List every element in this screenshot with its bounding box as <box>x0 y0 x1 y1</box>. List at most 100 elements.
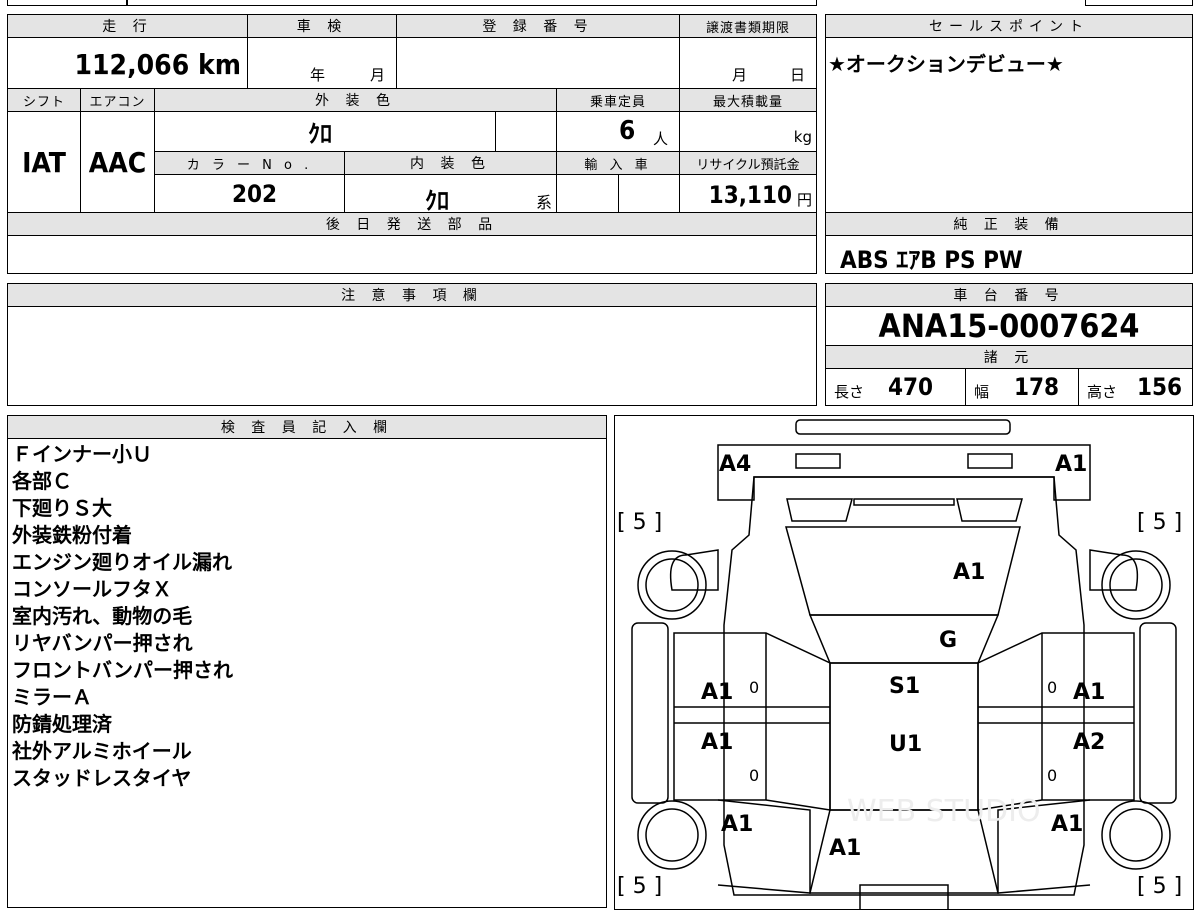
chassis-number-header: 車 台 番 号 <box>825 283 1193 307</box>
exterior-color-extra <box>495 111 557 152</box>
label-rear: A1 <box>829 836 862 861</box>
list-item: スタッドレスタイヤ <box>12 766 192 790</box>
mileage-header: 走 行 <box>7 14 248 38</box>
front-bumper <box>717 444 1091 501</box>
zero-mark-right-rear: 0 <box>1047 766 1058 785</box>
label-front-left: A4 <box>719 452 752 477</box>
tire-label-front-right: [ 5 ] <box>1137 510 1183 535</box>
zero-mark-left-rear: 0 <box>749 766 760 785</box>
genuine-equipment-header: 純 正 装 備 <box>825 212 1193 236</box>
capacity-value: 6 <box>619 116 636 146</box>
car-diagram-panel: A4 A1 A1 G S1 U1 A1 A1 A1 A2 A1 A1 A1 [ … <box>614 415 1194 910</box>
list-item: エンジン廻りオイル漏れ <box>12 550 232 574</box>
list-item: コンソールフタＸ <box>12 577 172 601</box>
recycle-value: 13,110 <box>708 181 792 209</box>
label-left-rear-fender: A1 <box>721 812 754 837</box>
genuine-equipment-value: ABS ｴｱB PS PW <box>840 246 1023 274</box>
headlight-right <box>967 453 1013 469</box>
import-header: 輸 入 車 <box>556 151 680 175</box>
recycle-header: リサイクル預託金 <box>679 151 817 175</box>
inspection-header: 車 検 <box>247 14 397 38</box>
spec-height-label: 高さ <box>1087 383 1118 401</box>
label-right-rear-fender: A1 <box>1051 812 1084 837</box>
recycle-unit: 円 <box>796 191 812 209</box>
list-item: 社外アルミホイール <box>12 739 192 763</box>
top-strip-right <box>1085 0 1193 6</box>
max-load-cell: kg <box>679 111 817 152</box>
chassis-number-cell: ANA15-0007624 <box>825 306 1193 346</box>
interior-color-header: 内 装 色 <box>344 151 557 175</box>
mileage-cell: 112,066 km <box>7 37 248 89</box>
list-item: ミラーＡ <box>12 685 92 709</box>
spec-width-label: 幅 <box>974 383 990 401</box>
registration-header: 登 録 番 号 <box>396 14 680 38</box>
mileage-value: 112,066 km <box>74 48 242 81</box>
exterior-color-cell: ｸﾛ <box>154 111 496 152</box>
interior-suffix: 系 <box>535 193 552 212</box>
later-parts-cell <box>7 235 817 274</box>
watermark: WEB STUDIO <box>847 794 1041 829</box>
spec-length-cell: 長さ 470 <box>825 368 966 406</box>
list-item: リヤバンパー押され <box>12 631 193 655</box>
inspector-cell: Ｆインナー小Ｕ 各部Ｃ 下廻りＳ大 外装鉄粉付着 エンジン廻りオイル漏れ コンソ… <box>7 438 607 908</box>
front-bumper-bar <box>795 419 1011 435</box>
deadline-month: 月 <box>732 66 748 84</box>
top-strip-left <box>7 0 127 6</box>
sales-point-header: セールスポイント <box>825 14 1193 38</box>
capacity-unit: 人 <box>653 130 669 148</box>
spec-length-label: 長さ <box>834 383 865 401</box>
genuine-equipment-cell: ABS ｴｱB PS PW <box>825 235 1193 274</box>
exterior-color-header: 外 装 色 <box>154 88 557 112</box>
transfer-deadline-cell: 月 日 <box>679 37 817 89</box>
car-diagram <box>631 419 1177 909</box>
front-right-arch <box>1089 549 1139 591</box>
sales-point-cell: ★オークションデビュー★ <box>825 37 1193 213</box>
notes-header: 注 意 事 項 欄 <box>7 283 817 307</box>
left-side-rail <box>631 622 669 804</box>
deadline-day: 日 <box>790 66 806 84</box>
inspection-month: 月 <box>370 66 386 84</box>
inspection-year: 年 <box>310 66 326 84</box>
top-strip-mid <box>127 0 817 6</box>
load-unit: kg <box>793 128 812 146</box>
label-front-right: A1 <box>1055 452 1088 477</box>
color-no-cell: 202 <box>154 174 345 213</box>
rear-bumper <box>859 884 949 909</box>
inspector-header: 検 査 員 記 入 欄 <box>7 415 607 439</box>
zero-mark-right-front: 0 <box>1047 678 1058 697</box>
color-no-header: カ ラ ー N o . <box>154 151 345 175</box>
list-item: 各部Ｃ <box>12 469 72 493</box>
inspection-cell: 年 月 <box>247 37 397 89</box>
aircon-value: AAC <box>88 145 147 179</box>
list-item: 室内汚れ、動物の毛 <box>12 604 193 628</box>
shift-cell: IAT <box>7 111 81 213</box>
specs-header: 諸 元 <box>825 345 1193 369</box>
grille-right <box>956 498 1023 522</box>
import-cell-b <box>618 174 680 213</box>
aircon-cell: AAC <box>80 111 155 213</box>
aircon-header: エアコン <box>80 88 155 112</box>
spec-length-value: 470 <box>888 373 934 401</box>
tire-label-rear-right: [ 5 ] <box>1137 874 1183 899</box>
label-left-front-door: A1 <box>701 680 734 705</box>
list-item: 外装鉄粉付着 <box>12 523 132 547</box>
label-left-rear-door: A1 <box>701 730 734 755</box>
tire-rear-right <box>1101 800 1171 870</box>
tire-label-front-left: [ 5 ] <box>617 510 663 535</box>
zero-mark-left-front: 0 <box>749 678 760 697</box>
grille-left <box>786 498 853 522</box>
notes-cell <box>7 306 817 406</box>
interior-color-cell: ｸﾛ 系 <box>344 174 557 213</box>
label-right-rear-door: A2 <box>1073 730 1106 755</box>
tire-rear-left <box>637 800 707 870</box>
grille-center <box>853 498 955 506</box>
headlight-left <box>795 453 841 469</box>
list-item: フロントバンパー押され <box>12 658 233 682</box>
label-roof-rear: U1 <box>889 732 923 757</box>
transfer-deadline-header: 譲渡書類期限 <box>679 14 817 38</box>
later-parts-header: 後 日 発 送 部 品 <box>7 212 817 236</box>
interior-color-value: ｸﾛ <box>425 187 449 213</box>
inspector-notes-list: Ｆインナー小Ｕ 各部Ｃ 下廻りＳ大 外装鉄粉付着 エンジン廻りオイル漏れ コンソ… <box>12 441 233 792</box>
capacity-cell: 6 人 <box>556 111 680 152</box>
registration-cell <box>396 37 680 89</box>
